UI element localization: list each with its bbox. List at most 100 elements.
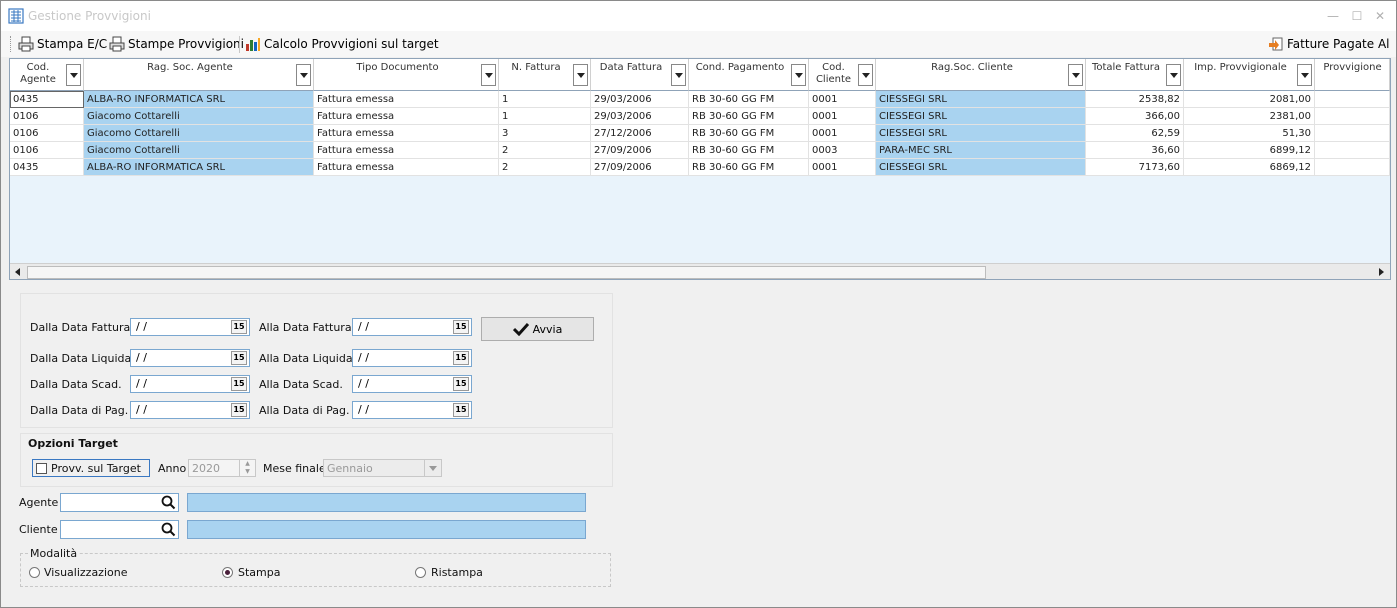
- table-cell[interactable]: Fattura emessa: [314, 91, 499, 108]
- column-header[interactable]: Data Fattura: [591, 59, 689, 91]
- calendar-icon[interactable]: 15: [453, 351, 469, 365]
- table-cell[interactable]: 1: [499, 108, 591, 125]
- fatture-pagate-button[interactable]: Fatture Pagate Al: [1268, 35, 1390, 53]
- scroll-right-icon[interactable]: [1373, 264, 1389, 279]
- table-cell[interactable]: 29/03/2006: [591, 108, 689, 125]
- agente-code-input[interactable]: [60, 493, 179, 512]
- table-cell[interactable]: [1315, 142, 1390, 159]
- table-cell[interactable]: 6899,12: [1184, 142, 1315, 159]
- table-row[interactable]: 0435 ALBA-RO INFORMATICA SRL Fattura emess…: [10, 159, 1390, 176]
- filter-dropdown-icon[interactable]: [66, 64, 81, 86]
- filter-dropdown-icon[interactable]: [296, 64, 311, 86]
- search-icon[interactable]: [161, 522, 176, 537]
- column-header[interactable]: N. Fattura: [499, 59, 591, 91]
- provvigioni-grid[interactable]: Cod. Agente Rag. Soc. Agente Tipo Document…: [9, 58, 1391, 280]
- column-header[interactable]: Cond. Pagamento: [689, 59, 809, 91]
- table-cell[interactable]: [1315, 159, 1390, 176]
- table-cell[interactable]: 51,30: [1184, 125, 1315, 142]
- maximize-icon[interactable]: ☐: [1348, 7, 1366, 25]
- table-cell[interactable]: 0106: [10, 142, 84, 159]
- dalla-data-fattura-field[interactable]: / / 15: [130, 318, 250, 336]
- table-cell[interactable]: Giacomo Cottarelli: [84, 125, 314, 142]
- filter-dropdown-icon[interactable]: [1166, 64, 1181, 86]
- provv-target-checkbox[interactable]: Provv. sul Target: [32, 459, 150, 477]
- table-cell[interactable]: RB 30-60 GG FM: [689, 142, 809, 159]
- table-cell[interactable]: CIESSEGI SRL: [876, 125, 1086, 142]
- table-cell[interactable]: 0106: [10, 125, 84, 142]
- table-cell[interactable]: [1315, 91, 1390, 108]
- filter-dropdown-icon[interactable]: [858, 64, 873, 86]
- table-cell[interactable]: 366,00: [1086, 108, 1184, 125]
- table-cell[interactable]: [1315, 125, 1390, 142]
- table-cell[interactable]: 0435: [10, 91, 84, 108]
- alla-data-pag-field[interactable]: / / 15: [352, 401, 472, 419]
- table-cell[interactable]: 27/09/2006: [591, 159, 689, 176]
- table-cell[interactable]: Fattura emessa: [314, 125, 499, 142]
- search-icon[interactable]: [161, 495, 176, 510]
- filter-dropdown-icon[interactable]: [481, 64, 496, 86]
- table-row[interactable]: 0106 Giacomo Cottarelli Fattura emessa 1 29/…: [10, 108, 1390, 125]
- stepper-arrows-icon[interactable]: ▲ ▼: [239, 460, 255, 476]
- table-row[interactable]: 0106 Giacomo Cottarelli Fattura emessa 2 27/…: [10, 142, 1390, 159]
- table-cell[interactable]: 0001: [809, 159, 876, 176]
- table-cell[interactable]: Fattura emessa: [314, 142, 499, 159]
- table-cell[interactable]: Giacomo Cottarelli: [84, 142, 314, 159]
- table-cell[interactable]: Fattura emessa: [314, 159, 499, 176]
- column-header[interactable]: Cod. Cliente: [809, 59, 876, 91]
- scroll-thumb[interactable]: [27, 266, 986, 279]
- table-cell[interactable]: PARA-MEC SRL: [876, 142, 1086, 159]
- column-header[interactable]: Rag. Soc. Agente: [84, 59, 314, 91]
- filter-dropdown-icon[interactable]: [1068, 64, 1083, 86]
- table-cell[interactable]: 1: [499, 91, 591, 108]
- table-cell[interactable]: RB 30-60 GG FM: [689, 125, 809, 142]
- horizontal-scrollbar[interactable]: [10, 263, 1390, 279]
- table-cell[interactable]: 2: [499, 142, 591, 159]
- toolbar-grip[interactable]: [10, 36, 14, 52]
- table-cell[interactable]: 0003: [809, 142, 876, 159]
- avvia-button[interactable]: Avvia: [481, 317, 594, 341]
- column-header[interactable]: Imp. Provvigionale: [1184, 59, 1315, 91]
- column-header[interactable]: Totale Fattura: [1086, 59, 1184, 91]
- table-row[interactable]: 0435 ALBA-RO INFORMATICA SRL Fattura emess…: [10, 91, 1390, 108]
- minimize-icon[interactable]: —: [1324, 7, 1342, 25]
- dalla-data-scad-field[interactable]: / / 15: [130, 375, 250, 393]
- table-cell[interactable]: RB 30-60 GG FM: [689, 91, 809, 108]
- scroll-left-icon[interactable]: [10, 264, 26, 279]
- radio-stampa[interactable]: [222, 567, 233, 578]
- table-cell[interactable]: 27/09/2006: [591, 142, 689, 159]
- anno-stepper[interactable]: 2020 ▲ ▼: [188, 459, 256, 477]
- table-cell[interactable]: Giacomo Cottarelli: [84, 108, 314, 125]
- radio-ristampa[interactable]: [415, 567, 426, 578]
- table-cell[interactable]: 0001: [809, 125, 876, 142]
- calendar-icon[interactable]: 15: [231, 403, 247, 417]
- calendar-icon[interactable]: 15: [453, 403, 469, 417]
- cliente-code-input[interactable]: [60, 520, 179, 539]
- alla-data-fattura-field[interactable]: / / 15: [352, 318, 472, 336]
- calendar-icon[interactable]: 15: [453, 320, 469, 334]
- column-header[interactable]: Provvigione: [1315, 59, 1390, 91]
- table-cell[interactable]: 3: [499, 125, 591, 142]
- mese-finale-select[interactable]: Gennaio: [323, 459, 442, 477]
- table-cell[interactable]: 2538,82: [1086, 91, 1184, 108]
- column-header[interactable]: Cod. Agente: [10, 59, 84, 91]
- filter-dropdown-icon[interactable]: [1297, 64, 1312, 86]
- table-cell[interactable]: 0001: [809, 108, 876, 125]
- radio-visualizzazione[interactable]: [29, 567, 40, 578]
- table-cell[interactable]: [1315, 108, 1390, 125]
- dalla-data-liquidaz-field[interactable]: / / 15: [130, 349, 250, 367]
- table-cell[interactable]: 2381,00: [1184, 108, 1315, 125]
- table-cell[interactable]: 0435: [10, 159, 84, 176]
- alla-data-liquidaz-field[interactable]: / / 15: [352, 349, 472, 367]
- table-cell[interactable]: 2081,00: [1184, 91, 1315, 108]
- table-cell[interactable]: 27/12/2006: [591, 125, 689, 142]
- column-header[interactable]: Rag.Soc. Cliente: [876, 59, 1086, 91]
- table-cell[interactable]: ALBA-RO INFORMATICA SRL: [84, 159, 314, 176]
- calendar-icon[interactable]: 15: [231, 351, 247, 365]
- table-cell[interactable]: CIESSEGI SRL: [876, 91, 1086, 108]
- table-cell[interactable]: 0106: [10, 108, 84, 125]
- dalla-data-pag-field[interactable]: / / 15: [130, 401, 250, 419]
- table-cell[interactable]: 36,60: [1086, 142, 1184, 159]
- table-cell[interactable]: 6869,12: [1184, 159, 1315, 176]
- filter-dropdown-icon[interactable]: [573, 64, 588, 86]
- checkbox-box[interactable]: [36, 463, 47, 474]
